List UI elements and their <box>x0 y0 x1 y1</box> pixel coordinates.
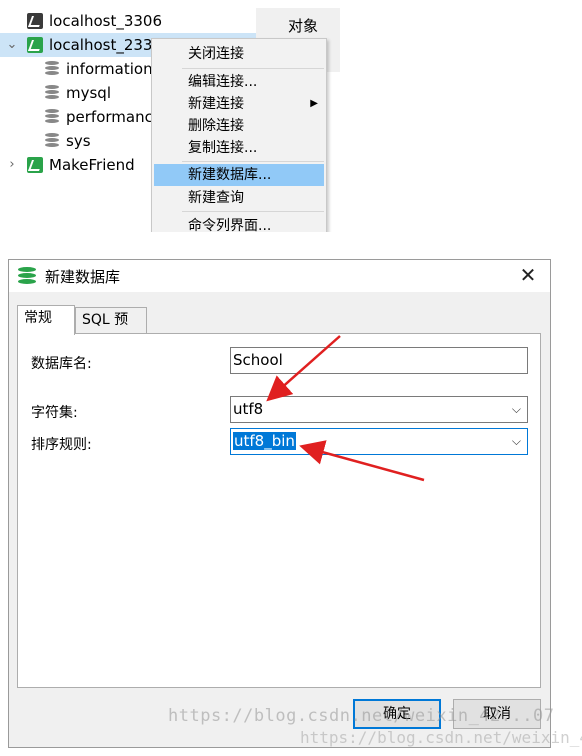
arrow-to-charset <box>266 335 341 402</box>
arrow-to-collation <box>299 440 425 482</box>
annotation-arrows <box>266 335 425 482</box>
